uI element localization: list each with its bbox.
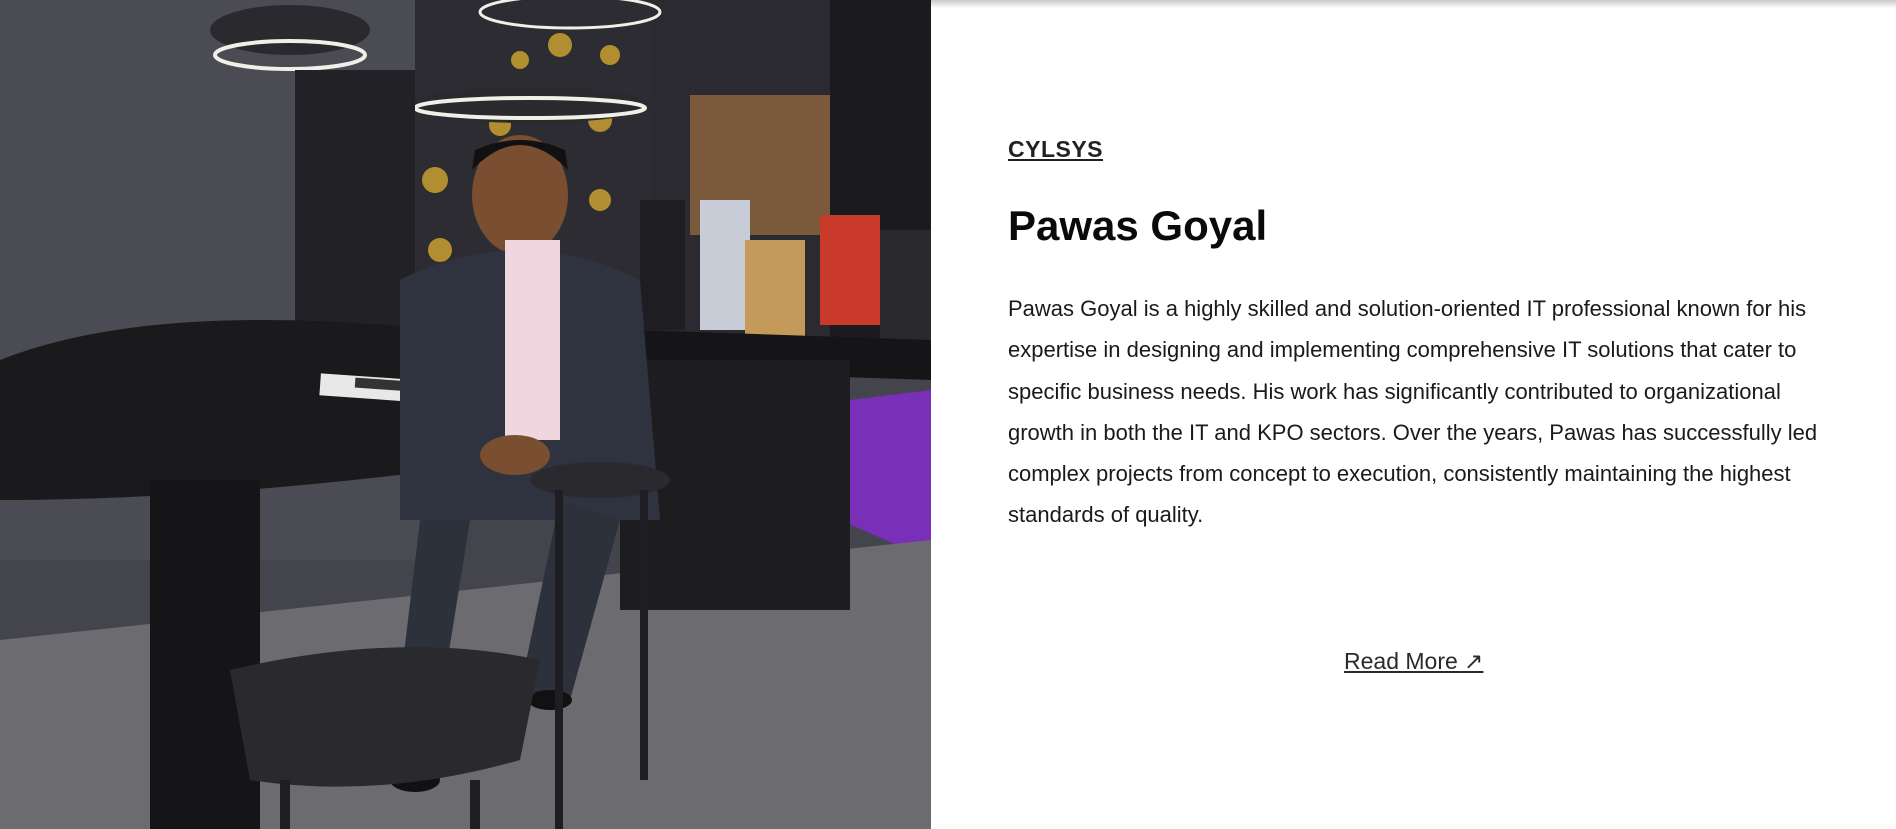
profile-photo bbox=[0, 0, 931, 829]
profile-page: CYLSYS Pawas Goyal Pawas Goyal is a high… bbox=[0, 0, 1896, 829]
brand-link[interactable]: CYLSYS bbox=[1008, 136, 1103, 163]
profile-name: Pawas Goyal bbox=[1008, 202, 1268, 249]
profile-bio: Pawas Goyal is a highly skilled and solu… bbox=[1008, 296, 1818, 528]
portrait-photo-image bbox=[0, 0, 931, 829]
profile-content: CYLSYS Pawas Goyal Pawas Goyal is a high… bbox=[931, 0, 1896, 829]
read-more-link[interactable]: Read More ↗ bbox=[1344, 648, 1483, 675]
top-shadow-divider bbox=[931, 0, 1896, 8]
